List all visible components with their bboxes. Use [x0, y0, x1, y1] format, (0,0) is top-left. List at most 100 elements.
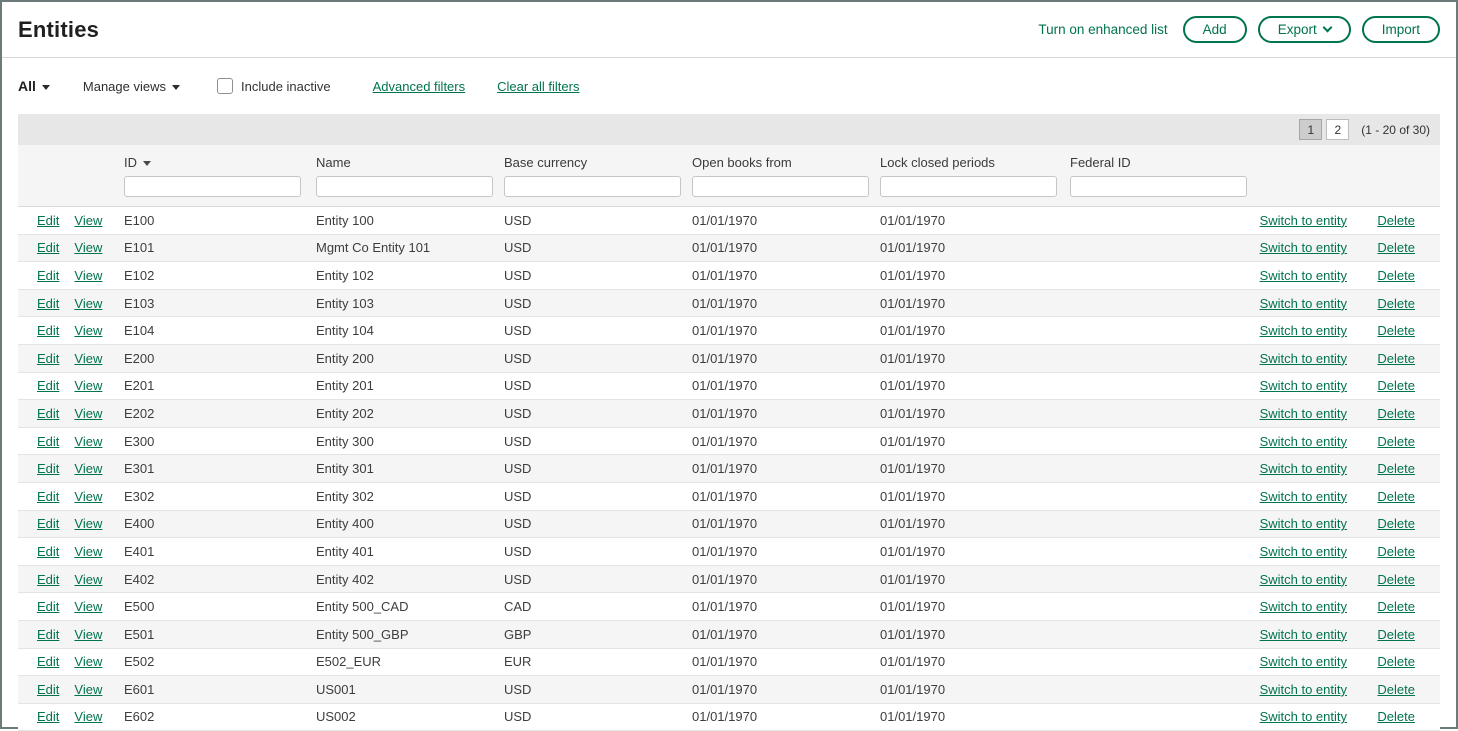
column-header-base-currency[interactable]: Base currency	[504, 155, 692, 170]
import-button[interactable]: Import	[1362, 16, 1440, 43]
filter-input-lock-closed[interactable]	[880, 176, 1057, 197]
view-link[interactable]: View	[74, 406, 102, 421]
filter-input-name[interactable]	[316, 176, 493, 197]
enhanced-list-link[interactable]: Turn on enhanced list	[1038, 22, 1167, 37]
switch-to-entity-link[interactable]: Switch to entity	[1260, 599, 1347, 614]
view-link[interactable]: View	[74, 240, 102, 255]
edit-link[interactable]: Edit	[37, 599, 59, 614]
manage-views-dropdown[interactable]: Manage views	[83, 79, 180, 94]
delete-link[interactable]: Delete	[1377, 323, 1415, 338]
view-link[interactable]: View	[74, 489, 102, 504]
delete-link[interactable]: Delete	[1377, 434, 1415, 449]
switch-to-entity-link[interactable]: Switch to entity	[1260, 682, 1347, 697]
switch-to-entity-link[interactable]: Switch to entity	[1260, 516, 1347, 531]
view-link[interactable]: View	[74, 654, 102, 669]
delete-link[interactable]: Delete	[1377, 682, 1415, 697]
delete-link[interactable]: Delete	[1377, 240, 1415, 255]
view-selector-label: All	[18, 78, 36, 94]
switch-to-entity-link[interactable]: Switch to entity	[1260, 434, 1347, 449]
column-header-federal-id[interactable]: Federal ID	[1070, 155, 1259, 170]
filter-input-federal-id[interactable]	[1070, 176, 1247, 197]
include-inactive-checkbox[interactable]	[217, 78, 233, 94]
view-link[interactable]: View	[74, 572, 102, 587]
delete-link[interactable]: Delete	[1377, 213, 1415, 228]
clear-all-filters-link[interactable]: Clear all filters	[497, 79, 579, 94]
view-link[interactable]: View	[74, 544, 102, 559]
switch-to-entity-link[interactable]: Switch to entity	[1260, 572, 1347, 587]
switch-to-entity-link[interactable]: Switch to entity	[1260, 544, 1347, 559]
switch-to-entity-link[interactable]: Switch to entity	[1260, 709, 1347, 724]
delete-link[interactable]: Delete	[1377, 351, 1415, 366]
switch-to-entity-link[interactable]: Switch to entity	[1260, 654, 1347, 669]
switch-to-entity-link[interactable]: Switch to entity	[1260, 213, 1347, 228]
delete-link[interactable]: Delete	[1377, 709, 1415, 724]
view-link[interactable]: View	[74, 461, 102, 476]
switch-to-entity-link[interactable]: Switch to entity	[1260, 240, 1347, 255]
edit-link[interactable]: Edit	[37, 682, 59, 697]
switch-to-entity-link[interactable]: Switch to entity	[1260, 268, 1347, 283]
delete-link[interactable]: Delete	[1377, 489, 1415, 504]
switch-to-entity-link[interactable]: Switch to entity	[1260, 489, 1347, 504]
view-link[interactable]: View	[74, 213, 102, 228]
delete-link[interactable]: Delete	[1377, 572, 1415, 587]
view-link[interactable]: View	[74, 351, 102, 366]
edit-link[interactable]: Edit	[37, 240, 59, 255]
edit-link[interactable]: Edit	[37, 709, 59, 724]
edit-link[interactable]: Edit	[37, 296, 59, 311]
view-link[interactable]: View	[74, 516, 102, 531]
view-link[interactable]: View	[74, 682, 102, 697]
page-button-2[interactable]: 2	[1326, 119, 1349, 140]
edit-link[interactable]: Edit	[37, 406, 59, 421]
switch-to-entity-link[interactable]: Switch to entity	[1260, 296, 1347, 311]
view-link[interactable]: View	[74, 599, 102, 614]
delete-link[interactable]: Delete	[1377, 654, 1415, 669]
delete-link[interactable]: Delete	[1377, 378, 1415, 393]
column-header-name[interactable]: Name	[316, 155, 504, 170]
switch-to-entity-link[interactable]: Switch to entity	[1260, 627, 1347, 642]
filter-input-base-currency[interactable]	[504, 176, 681, 197]
edit-link[interactable]: Edit	[37, 489, 59, 504]
edit-link[interactable]: Edit	[37, 213, 59, 228]
column-header-id[interactable]: ID	[124, 155, 316, 170]
edit-link[interactable]: Edit	[37, 627, 59, 642]
edit-link[interactable]: Edit	[37, 268, 59, 283]
export-button[interactable]: Export	[1258, 16, 1351, 43]
edit-link[interactable]: Edit	[37, 434, 59, 449]
switch-to-entity-link[interactable]: Switch to entity	[1260, 351, 1347, 366]
column-header-lock-closed[interactable]: Lock closed periods	[880, 155, 1070, 170]
view-link[interactable]: View	[74, 627, 102, 642]
delete-link[interactable]: Delete	[1377, 268, 1415, 283]
edit-link[interactable]: Edit	[37, 654, 59, 669]
switch-to-entity-link[interactable]: Switch to entity	[1260, 323, 1347, 338]
delete-link[interactable]: Delete	[1377, 516, 1415, 531]
view-link[interactable]: View	[74, 434, 102, 449]
edit-link[interactable]: Edit	[37, 323, 59, 338]
advanced-filters-link[interactable]: Advanced filters	[373, 79, 466, 94]
add-button[interactable]: Add	[1183, 16, 1247, 43]
view-link[interactable]: View	[74, 709, 102, 724]
edit-link[interactable]: Edit	[37, 572, 59, 587]
view-link[interactable]: View	[74, 268, 102, 283]
switch-to-entity-link[interactable]: Switch to entity	[1260, 406, 1347, 421]
switch-to-entity-link[interactable]: Switch to entity	[1260, 461, 1347, 476]
delete-link[interactable]: Delete	[1377, 461, 1415, 476]
edit-link[interactable]: Edit	[37, 544, 59, 559]
column-header-open-books[interactable]: Open books from	[692, 155, 880, 170]
edit-link[interactable]: Edit	[37, 351, 59, 366]
filter-input-id[interactable]	[124, 176, 301, 197]
view-link[interactable]: View	[74, 296, 102, 311]
edit-link[interactable]: Edit	[37, 461, 59, 476]
edit-link[interactable]: Edit	[37, 378, 59, 393]
page-button-1[interactable]: 1	[1299, 119, 1322, 140]
view-selector-dropdown[interactable]: All	[18, 78, 50, 94]
delete-link[interactable]: Delete	[1377, 544, 1415, 559]
view-link[interactable]: View	[74, 378, 102, 393]
edit-link[interactable]: Edit	[37, 516, 59, 531]
delete-link[interactable]: Delete	[1377, 406, 1415, 421]
view-link[interactable]: View	[74, 323, 102, 338]
delete-link[interactable]: Delete	[1377, 296, 1415, 311]
delete-link[interactable]: Delete	[1377, 627, 1415, 642]
filter-input-open-books[interactable]	[692, 176, 869, 197]
delete-link[interactable]: Delete	[1377, 599, 1415, 614]
switch-to-entity-link[interactable]: Switch to entity	[1260, 378, 1347, 393]
